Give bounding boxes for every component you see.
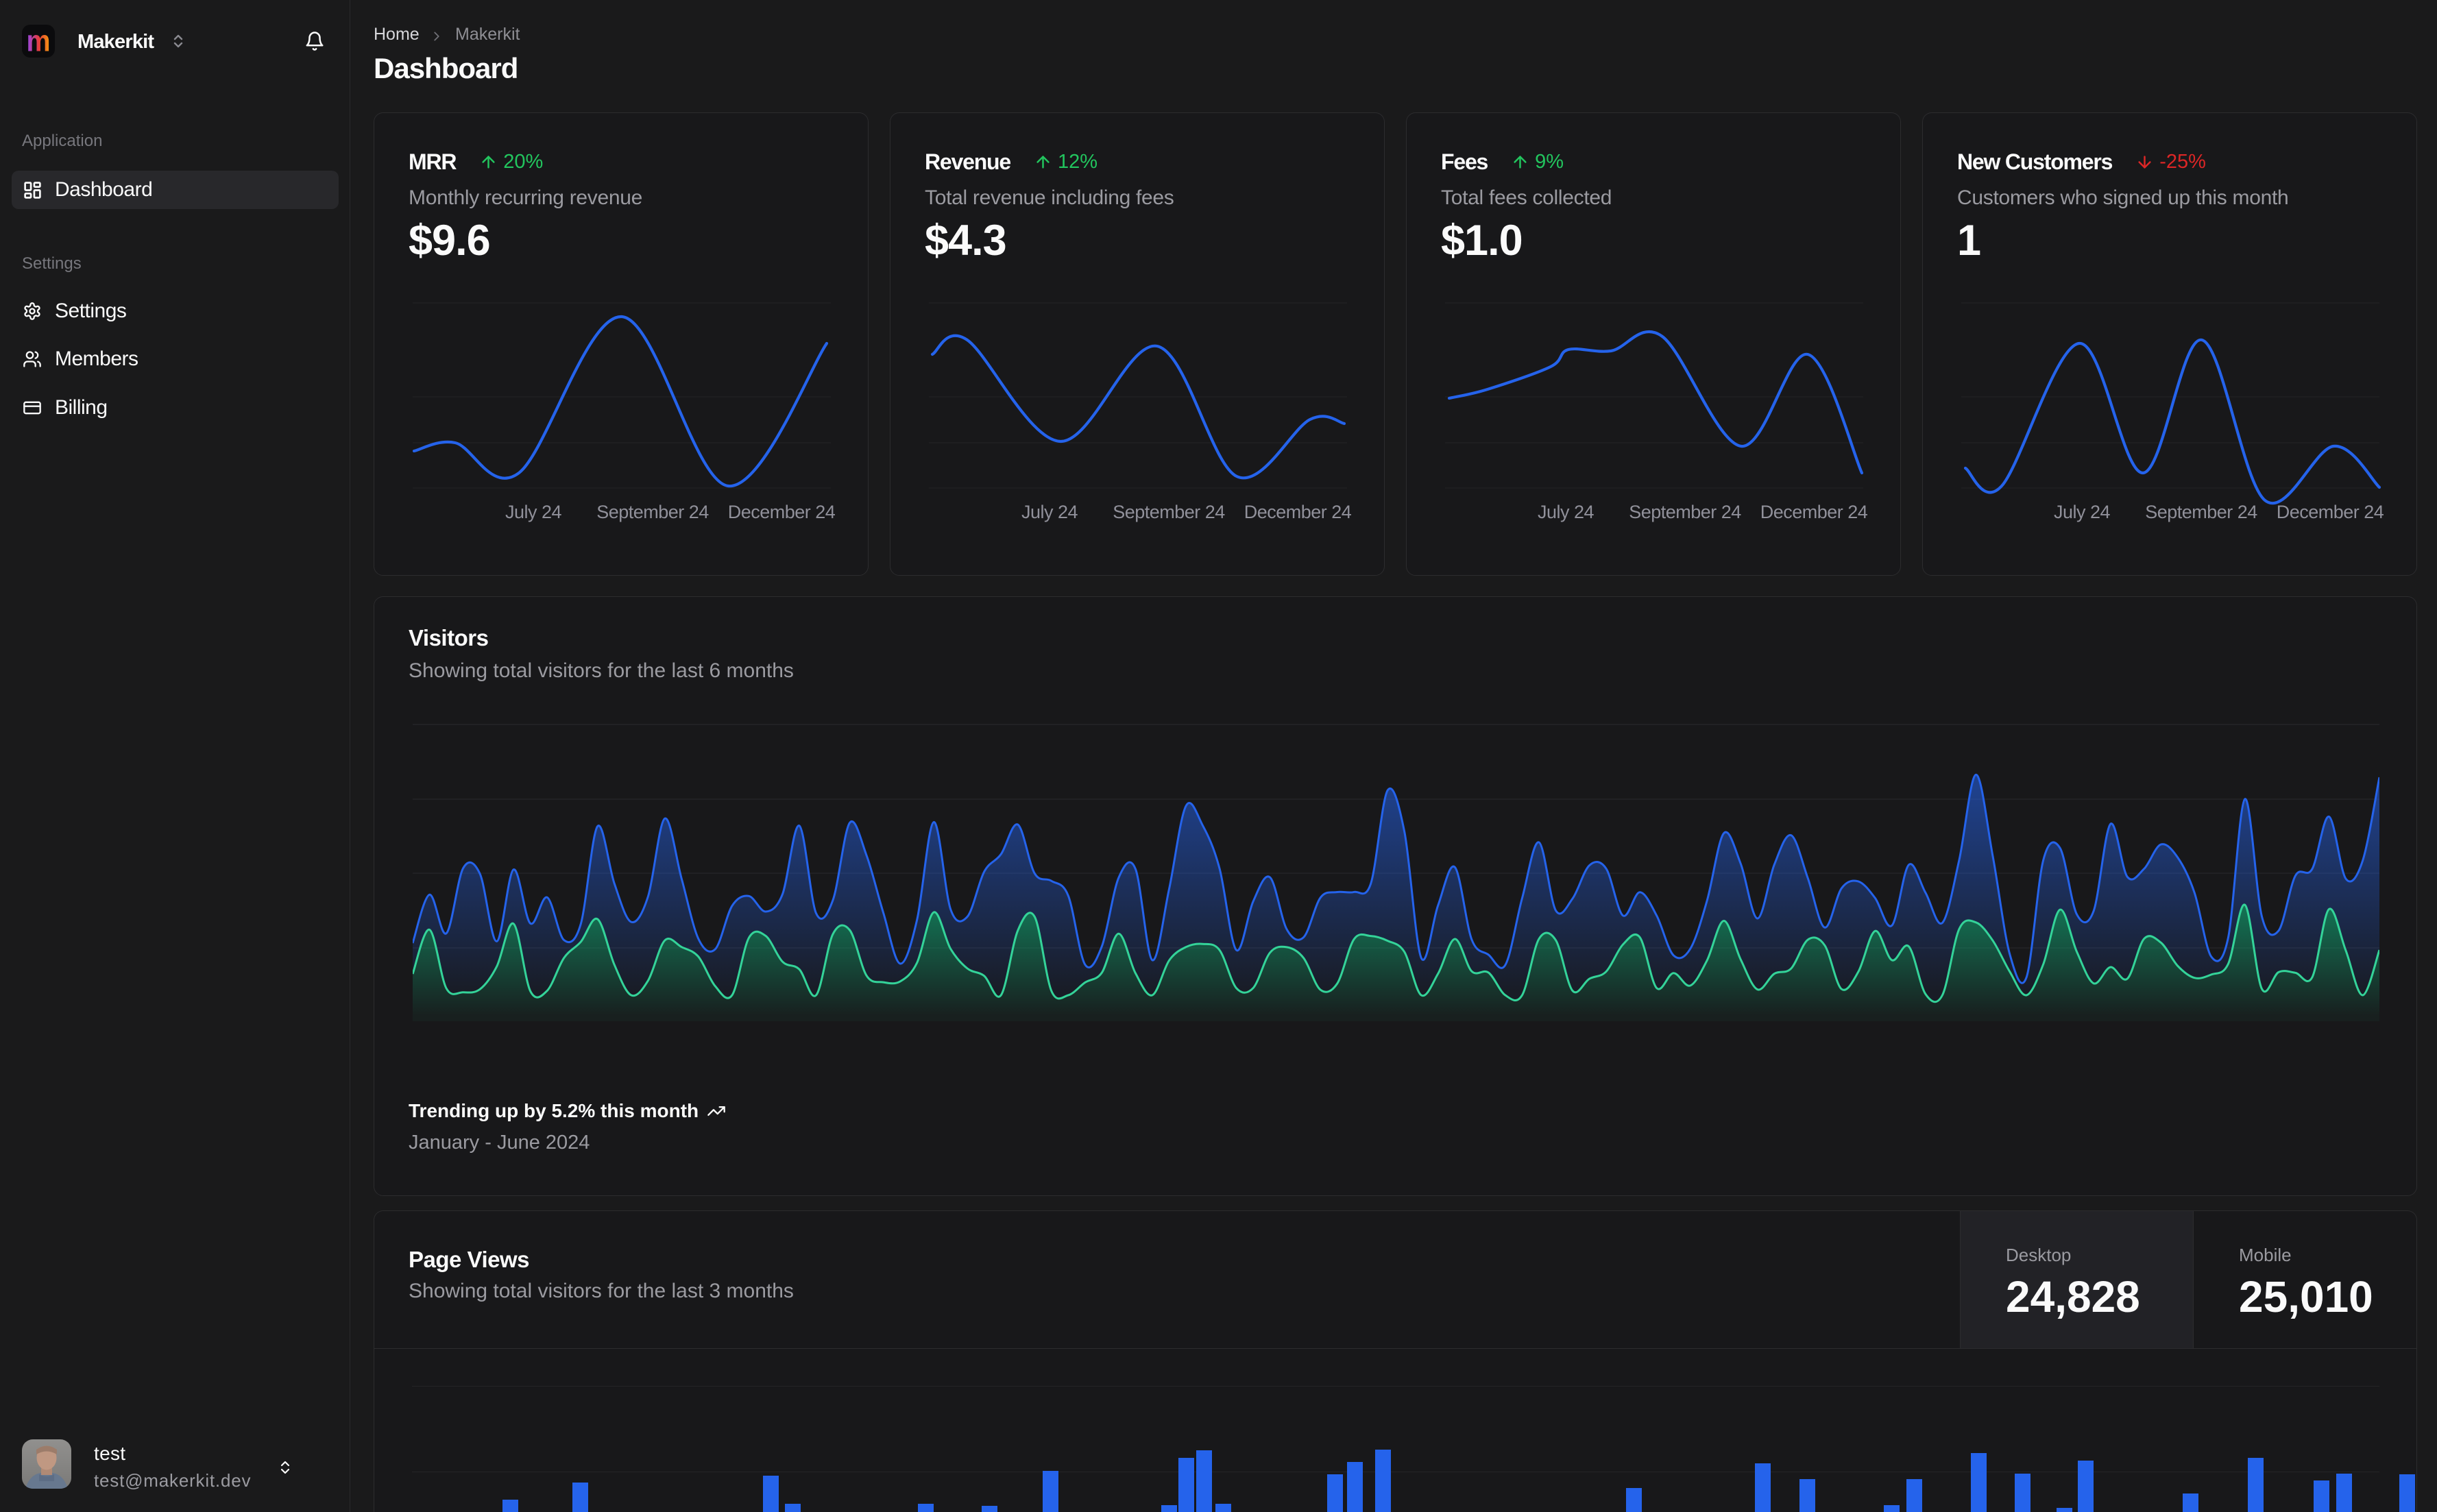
svg-text:m: m [27,25,51,58]
